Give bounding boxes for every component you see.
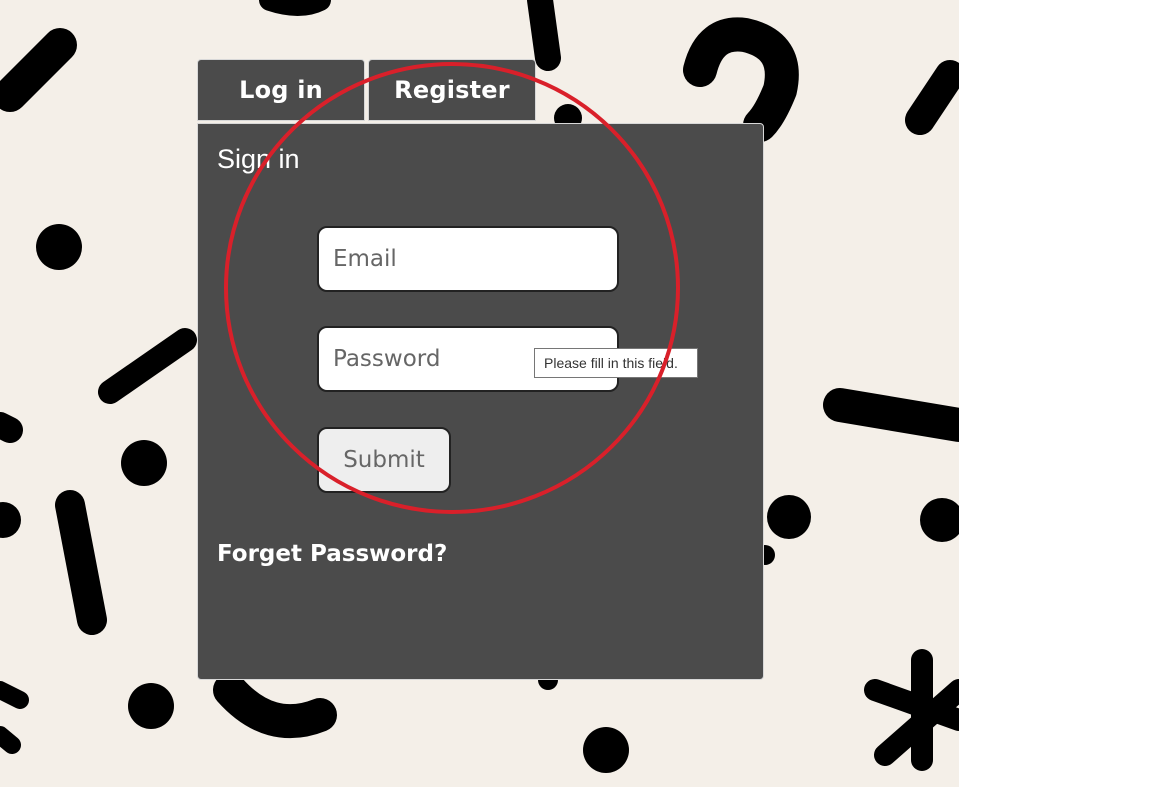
validation-tooltip: Please fill in this field. [534, 348, 698, 378]
email-input[interactable] [317, 226, 619, 292]
question-mark-shape [683, 17, 799, 142]
pattern-dot [583, 727, 629, 773]
pattern-dot [128, 683, 174, 729]
pattern-stroke [0, 412, 23, 443]
pattern-stroke [0, 28, 77, 112]
pattern-stroke [905, 60, 959, 135]
pattern-stroke [259, 0, 331, 16]
pattern-stroke [55, 490, 107, 635]
asterisk-stroke [0, 726, 21, 754]
tab-log-in[interactable]: Log in [197, 59, 365, 121]
pattern-stroke [823, 388, 959, 442]
pattern-dot [920, 498, 959, 542]
submit-button[interactable]: Submit [317, 427, 451, 493]
panel-title: Sign in [217, 144, 300, 174]
pattern-stroke [213, 673, 337, 739]
sign-in-panel: Sign in Submit Forget Password? [197, 123, 764, 680]
pattern-stroke [98, 328, 197, 404]
pattern-dot [121, 440, 167, 486]
tab-register[interactable]: Register [368, 59, 536, 121]
pattern-dot [767, 495, 811, 539]
forget-password-link[interactable]: Forget Password? [217, 541, 447, 567]
asterisk-stroke [0, 681, 29, 709]
pattern-stroke [527, 0, 561, 71]
pattern-dot [36, 224, 82, 270]
pattern-dot [0, 502, 21, 538]
